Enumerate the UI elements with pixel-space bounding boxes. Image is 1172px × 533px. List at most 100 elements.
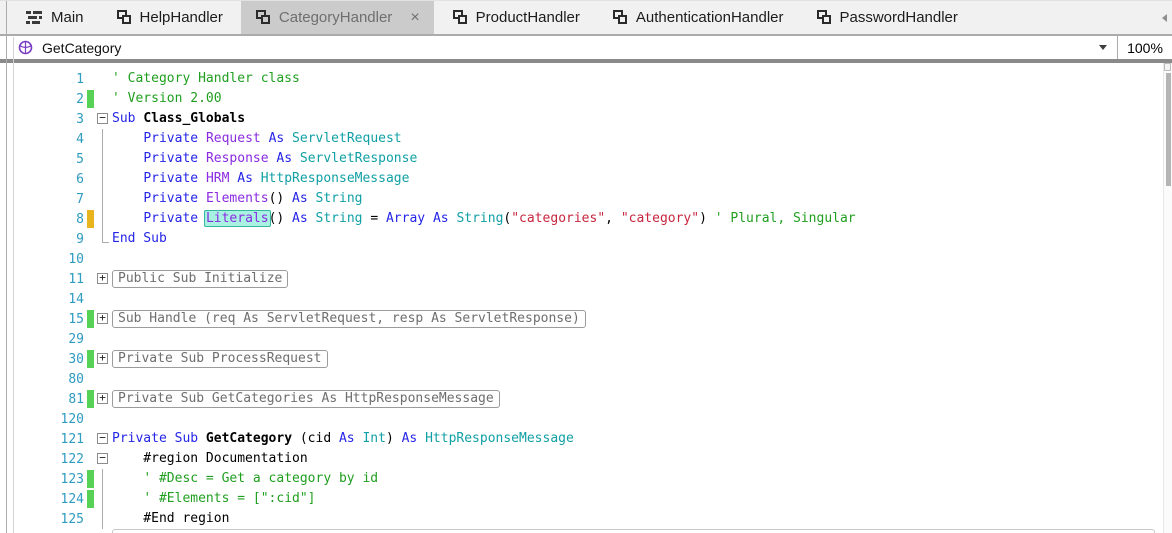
fold-plus-icon[interactable]: + (97, 272, 108, 284)
code-text[interactable]: #End region (112, 509, 1172, 529)
indent-guide (102, 149, 103, 169)
code-text[interactable]: Private HRM As HttpResponseMessage (112, 169, 1172, 189)
fold-cell (96, 89, 112, 109)
zoom-level-control[interactable]: 100% (1118, 40, 1172, 56)
code-token: ' Version 2.00 (112, 91, 222, 106)
code-line: 121− Private Sub GetCategory (cid As Int)… (0, 429, 1172, 449)
code-line: 8 Private Literals() As String = Array A… (0, 209, 1172, 229)
code-token: String (315, 211, 363, 226)
code-text[interactable]: Private Literals() As String = Array As … (112, 209, 1172, 229)
code-text[interactable]: ' #Elements = [":cid"] (112, 489, 1172, 509)
code-text[interactable]: Private Response As ServletResponse (112, 149, 1172, 169)
fold-plus-icon[interactable]: + (97, 312, 108, 324)
code-editor[interactable]: 1 ' Category Handler class 2 ' Version 2.00… (0, 63, 1172, 533)
code-token: = (362, 211, 386, 226)
tab-helphandler[interactable]: HelpHandler (102, 1, 237, 34)
fold-plus-icon[interactable]: + (97, 352, 108, 364)
code-token: Private (143, 191, 199, 206)
fold-cell (96, 369, 112, 389)
class-icon (612, 10, 627, 25)
fold-cell (96, 189, 112, 209)
collapsed-region-box[interactable]: Public Sub Initialize (112, 270, 289, 288)
code-token: #End region (112, 511, 230, 526)
code-token: ServletResponse (299, 151, 418, 166)
code-token: As (338, 431, 355, 446)
code-text[interactable]: ' Version 2.00 (112, 89, 1172, 109)
code-token: ' #Elements = [":cid"] (143, 491, 316, 506)
fold-cell (96, 169, 112, 189)
collapsed-region-box[interactable]: Private Sub ProcessRequest (112, 350, 328, 368)
fold-cell (96, 329, 112, 349)
fold-minus-icon[interactable]: − (97, 432, 108, 444)
change-bar-cell (84, 109, 96, 129)
change-bar-cell (84, 389, 96, 409)
tab-close-icon[interactable]: × (410, 9, 419, 26)
tab-scroll-left-icon[interactable] (1162, 14, 1167, 22)
fold-minus-icon[interactable]: − (97, 112, 108, 124)
code-text[interactable]: Private Request As ServletRequest (112, 129, 1172, 149)
code-text[interactable]: Private Sub GetCategories As HttpRespons… (112, 389, 1172, 409)
code-token: Private (143, 131, 199, 146)
fold-cell (96, 489, 112, 509)
indent-guide (102, 469, 103, 489)
class-icon (452, 10, 467, 25)
collapsed-region-box[interactable]: Sub Handle (req As ServletRequest, resp … (112, 310, 586, 328)
code-token: "categories" (511, 211, 606, 226)
change-bar-saved (87, 310, 94, 328)
member-dropdown[interactable]: GetCategory (0, 36, 1117, 59)
code-token: GetCategory (205, 431, 293, 446)
tab-passwordhandler[interactable]: PasswordHandler (802, 1, 972, 34)
code-text[interactable]: Public Sub Initialize (112, 269, 1172, 289)
tab-authenticationhandler[interactable]: AuthenticationHandler (598, 1, 798, 34)
code-token: ServletRequest (292, 131, 402, 146)
code-line: 9 End Sub (0, 229, 1172, 249)
tab-label: CategoryHandler (278, 9, 393, 26)
fold-cell (96, 209, 112, 229)
fold-minus-icon[interactable]: − (97, 452, 108, 464)
code-text[interactable]: End Sub (112, 229, 1172, 249)
code-line: 2 ' Version 2.00 (0, 89, 1172, 109)
code-line: 11 + Public Sub Initialize (0, 269, 1172, 289)
tab-label: Main (51, 9, 84, 26)
change-bar-cell (84, 409, 96, 429)
code-text[interactable]: ' #Desc = Get a category by id (112, 469, 1172, 489)
fold-cell (96, 229, 112, 249)
code-text[interactable]: Sub Handle (req As ServletRequest, resp … (112, 309, 1172, 329)
code-text[interactable]: ' Category Handler class (112, 69, 1172, 89)
code-line: 6 Private HRM As HttpResponseMessage (0, 169, 1172, 189)
indent-guide-corner (102, 229, 109, 243)
change-bar-cell (84, 289, 96, 309)
tab-categoryhandler[interactable]: CategoryHandler × (240, 1, 434, 34)
vertical-scrollbar[interactable] (1163, 63, 1172, 533)
tab-main[interactable]: Main (12, 1, 98, 34)
code-text[interactable]: Private Elements() As String (112, 189, 1172, 209)
change-bar-cell (84, 69, 96, 89)
collapsed-region-box[interactable]: Private Sub GetCategories As HttpRespons… (112, 390, 500, 408)
change-bar-cell (84, 129, 96, 149)
code-text[interactable]: Sub Class_Globals (112, 109, 1172, 129)
chevron-down-icon[interactable] (1099, 45, 1107, 50)
scrollbar-thumb[interactable] (1166, 73, 1171, 186)
member-dropdown-value: GetCategory (42, 39, 122, 56)
code-line: 5 Private Response As ServletResponse (0, 149, 1172, 169)
tab-producthandler[interactable]: ProductHandler (438, 1, 594, 34)
fold-plus-icon[interactable]: + (97, 392, 108, 404)
class-icon (255, 10, 270, 25)
code-text[interactable]: Private Sub ProcessRequest (112, 349, 1172, 369)
change-bar-unsaved (87, 210, 94, 228)
change-bar-cell (84, 249, 96, 269)
code-token: #region Documentation (112, 451, 308, 466)
code-text[interactable]: #region Documentation (112, 449, 1172, 469)
scrollbar-splitter-grip[interactable] (1164, 63, 1171, 71)
code-token: As (268, 131, 285, 146)
fold-cell: − (96, 429, 112, 449)
code-token: () (268, 211, 293, 226)
change-bar-cell (84, 329, 96, 349)
code-text[interactable]: Private Sub GetCategory (cid As Int) As … (112, 429, 1172, 449)
